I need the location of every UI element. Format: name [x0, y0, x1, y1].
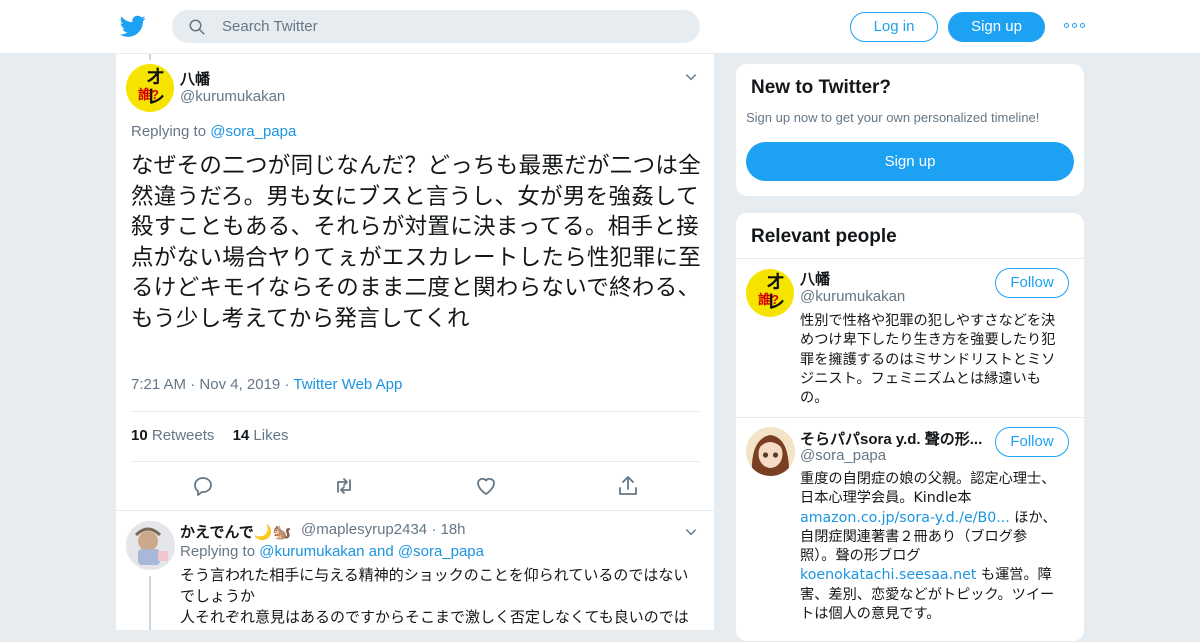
share-icon[interactable]: [616, 474, 640, 498]
tweet-date[interactable]: Nov 4, 2019: [199, 376, 280, 393]
reply-author-name[interactable]: かえでんで🌙🐿️: [180, 521, 291, 542]
reply-author-meta: @maplesyrup2434 · 18h: [301, 521, 466, 538]
relevant-people-card: Relevant people オレ 誰? 八幡 @kurumukakan Fo…: [735, 212, 1085, 642]
likes-stat[interactable]: 14 Likes: [233, 427, 289, 444]
avatar[interactable]: オレ 誰?: [126, 64, 174, 112]
search-box[interactable]: [172, 10, 700, 43]
person-item: オレ 誰? 八幡 @kurumukakan Follow 性別で性格や犯罪の犯し…: [736, 259, 1084, 417]
card-title: Relevant people: [751, 226, 897, 247]
author-handle[interactable]: @kurumukakan: [180, 88, 285, 105]
person-name[interactable]: そらパパsora y.d. 聲の形...: [800, 428, 982, 449]
bio-link[interactable]: koenokatachi.seesaa.net: [800, 567, 976, 583]
new-to-twitter-card: New to Twitter? Sign up now to get your …: [735, 63, 1085, 197]
twitter-bird-icon[interactable]: [120, 13, 146, 39]
card-title: New to Twitter?: [751, 77, 892, 98]
person-bio: 重度の自閉症の娘の父親。認定心理士、日本心理学会員。Kindle本 amazon…: [800, 470, 1062, 624]
replying-and: and: [368, 543, 394, 560]
search-icon: [189, 19, 205, 35]
reply-icon[interactable]: [191, 474, 215, 498]
divider: [116, 510, 714, 511]
tweet-stats: 10 Retweets 14 Likes: [131, 427, 288, 444]
search-input[interactable]: [222, 10, 682, 43]
login-button[interactable]: Log in: [850, 12, 938, 42]
bio-text: 重度の自閉症の娘の父親。認定心理士、日本心理学会員。Kindle本: [800, 471, 1056, 507]
tweet-actions: [116, 474, 714, 500]
likes-label: Likes: [253, 427, 289, 444]
replying-prefix: Replying to: [180, 543, 256, 560]
avatar[interactable]: [746, 427, 795, 476]
replying-to-link[interactable]: @sora_papa: [210, 123, 296, 140]
divider: [130, 411, 700, 412]
avatar-illustration-icon: [126, 521, 175, 570]
reply-text: そう言われた相手に与える精神的ショックのことを仰られているのではないでしょうか …: [180, 565, 700, 630]
reply-text-line: そう言われた相手に与える精神的ショックのことを仰られているのではないでしょうか: [180, 566, 689, 605]
signup-button[interactable]: Sign up: [746, 142, 1074, 181]
tweet-source[interactable]: Twitter Web App: [293, 376, 402, 393]
bio-link[interactable]: amazon.co.jp/sora-y.d./e/B0...: [800, 510, 1010, 526]
chevron-down-icon[interactable]: [684, 70, 698, 84]
reply-time[interactable]: 18h: [440, 521, 465, 538]
replying-to-link[interactable]: @kurumukakan: [259, 543, 364, 560]
chevron-down-icon[interactable]: [684, 525, 698, 539]
thread-line: [149, 576, 151, 630]
follow-button[interactable]: Follow: [995, 427, 1069, 457]
retweets-count: 10: [131, 427, 148, 444]
reply-replying-to: Replying to @kurumukakan and @sora_papa: [180, 543, 484, 560]
replying-prefix: Replying to: [131, 123, 207, 140]
person-handle[interactable]: @sora_papa: [800, 447, 886, 464]
person-bio: 性別で性格や犯罪の犯しやすさなどを決めつけ卑下したり生き方を強要したり犯罪を擁護…: [800, 313, 1056, 407]
time-separator: ·: [431, 521, 437, 538]
person-handle[interactable]: @kurumukakan: [800, 288, 905, 305]
tweet-time[interactable]: 7:21 AM: [131, 376, 186, 393]
top-bar: Log in Sign up: [0, 0, 1200, 54]
avatar[interactable]: [126, 521, 175, 570]
replying-to: Replying to @sora_papa: [131, 123, 296, 140]
person-item: そらパパsora y.d. 聲の形... @sora_papa Follow 重…: [736, 418, 1084, 641]
divider: [130, 461, 700, 462]
follow-button[interactable]: Follow: [995, 268, 1069, 298]
card-subtitle: Sign up now to get your own personalized…: [746, 110, 1040, 125]
like-icon[interactable]: [474, 474, 498, 498]
retweets-stat[interactable]: 10 Retweets: [131, 427, 214, 444]
signup-button[interactable]: Sign up: [948, 12, 1045, 42]
replying-to-link[interactable]: @sora_papa: [398, 543, 484, 560]
avatar-illustration-icon: [746, 427, 795, 476]
person-name[interactable]: 八幡: [800, 268, 830, 289]
avatar-text-bottom: 誰?: [758, 292, 779, 307]
avatar-text-bottom: 誰?: [138, 87, 159, 102]
author-name[interactable]: 八幡: [180, 68, 210, 89]
tweet-text: なぜその二つが同じなんだ？どっちも最悪だが二つは全然違うだろ。男も女にブスと言う…: [131, 153, 702, 332]
retweets-label: Retweets: [151, 427, 215, 444]
avatar[interactable]: オレ 誰?: [746, 269, 794, 317]
retweet-icon[interactable]: [332, 474, 356, 498]
likes-count: 14: [232, 427, 250, 444]
more-icon[interactable]: [1064, 18, 1086, 34]
tweet-meta: 7:21 AM · Nov 4, 2019 · Twitter Web App: [131, 376, 403, 393]
main-column: オレ 誰? 八幡 @kurumukakan Replying to @sora_…: [115, 54, 715, 630]
reply-author-handle[interactable]: @maplesyrup2434: [301, 521, 427, 538]
reply-text-line: 人それぞれ意見はあるのですからそこまで激しく否定しなくても良いのではないでしょう…: [180, 608, 689, 630]
thread-line: [149, 54, 151, 60]
